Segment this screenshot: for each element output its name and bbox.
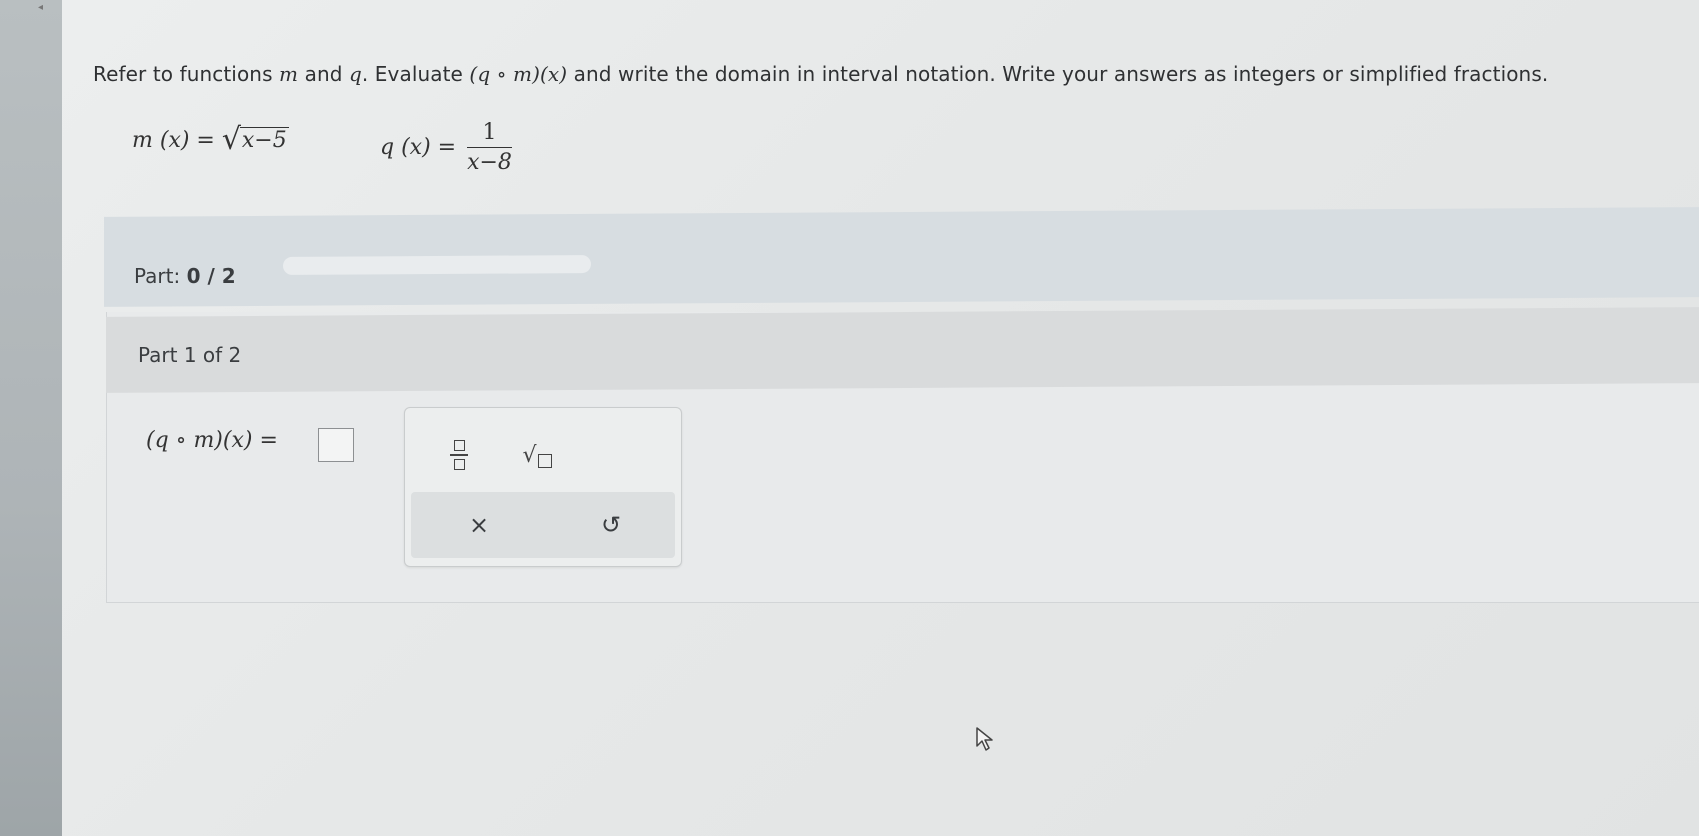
- fraction-button[interactable]: [435, 432, 483, 478]
- function-q-symbol: q: [348, 62, 362, 86]
- q-definition-fraction: 1 x−8: [467, 120, 512, 175]
- keypad-actions: × ↺: [411, 492, 675, 558]
- clear-button[interactable]: ×: [455, 502, 503, 548]
- prompt-text: and: [298, 62, 349, 86]
- prompt-text: . Evaluate: [361, 62, 470, 86]
- q-definition: q (x) = 1 x−8: [380, 120, 512, 175]
- part-progress-value: 0 / 2: [186, 264, 236, 288]
- undo-button[interactable]: ↺: [587, 502, 635, 548]
- question-prompt: Refer to functions m and q. Evaluate (q …: [93, 62, 1548, 86]
- m-definition-sqrt: √ x−5: [221, 122, 289, 157]
- m-definition-radicand: x−5: [239, 127, 289, 153]
- q-definition-lhs: q (x) =: [380, 135, 464, 160]
- prompt-text: and write the domain in interval notatio…: [567, 62, 1549, 86]
- undo-icon: ↺: [600, 511, 622, 539]
- square-root-button[interactable]: √: [513, 432, 561, 478]
- q-definition-denominator: x−8: [467, 150, 512, 175]
- mouse-pointer-icon: [976, 727, 993, 751]
- m-definition-lhs: m (x) =: [132, 128, 222, 153]
- close-icon: ×: [468, 511, 490, 539]
- part-card-header: [106, 307, 1699, 393]
- left-edge: [0, 0, 62, 836]
- part-progress-label: Part: 0 / 2: [134, 264, 236, 288]
- progress-track: [282, 255, 592, 275]
- answer-label: (q ∘ m)(x) =: [146, 428, 278, 453]
- prompt-text: Refer to functions: [93, 62, 280, 86]
- back-arrow-icon[interactable]: ◂: [38, 2, 43, 13]
- square-root-icon: √: [522, 443, 552, 468]
- function-m-symbol: m: [279, 62, 299, 86]
- composition-expression: (q ∘ m)(x): [469, 62, 568, 86]
- q-definition-numerator: 1: [467, 120, 512, 148]
- fraction-icon: [450, 440, 468, 470]
- m-definition: m (x) = √ x−5: [132, 122, 289, 157]
- answer-input[interactable]: [318, 428, 354, 462]
- math-keypad: √ × ↺: [404, 407, 682, 567]
- part-title: Part 1 of 2: [138, 343, 242, 367]
- part-progress-text: Part:: [134, 264, 187, 288]
